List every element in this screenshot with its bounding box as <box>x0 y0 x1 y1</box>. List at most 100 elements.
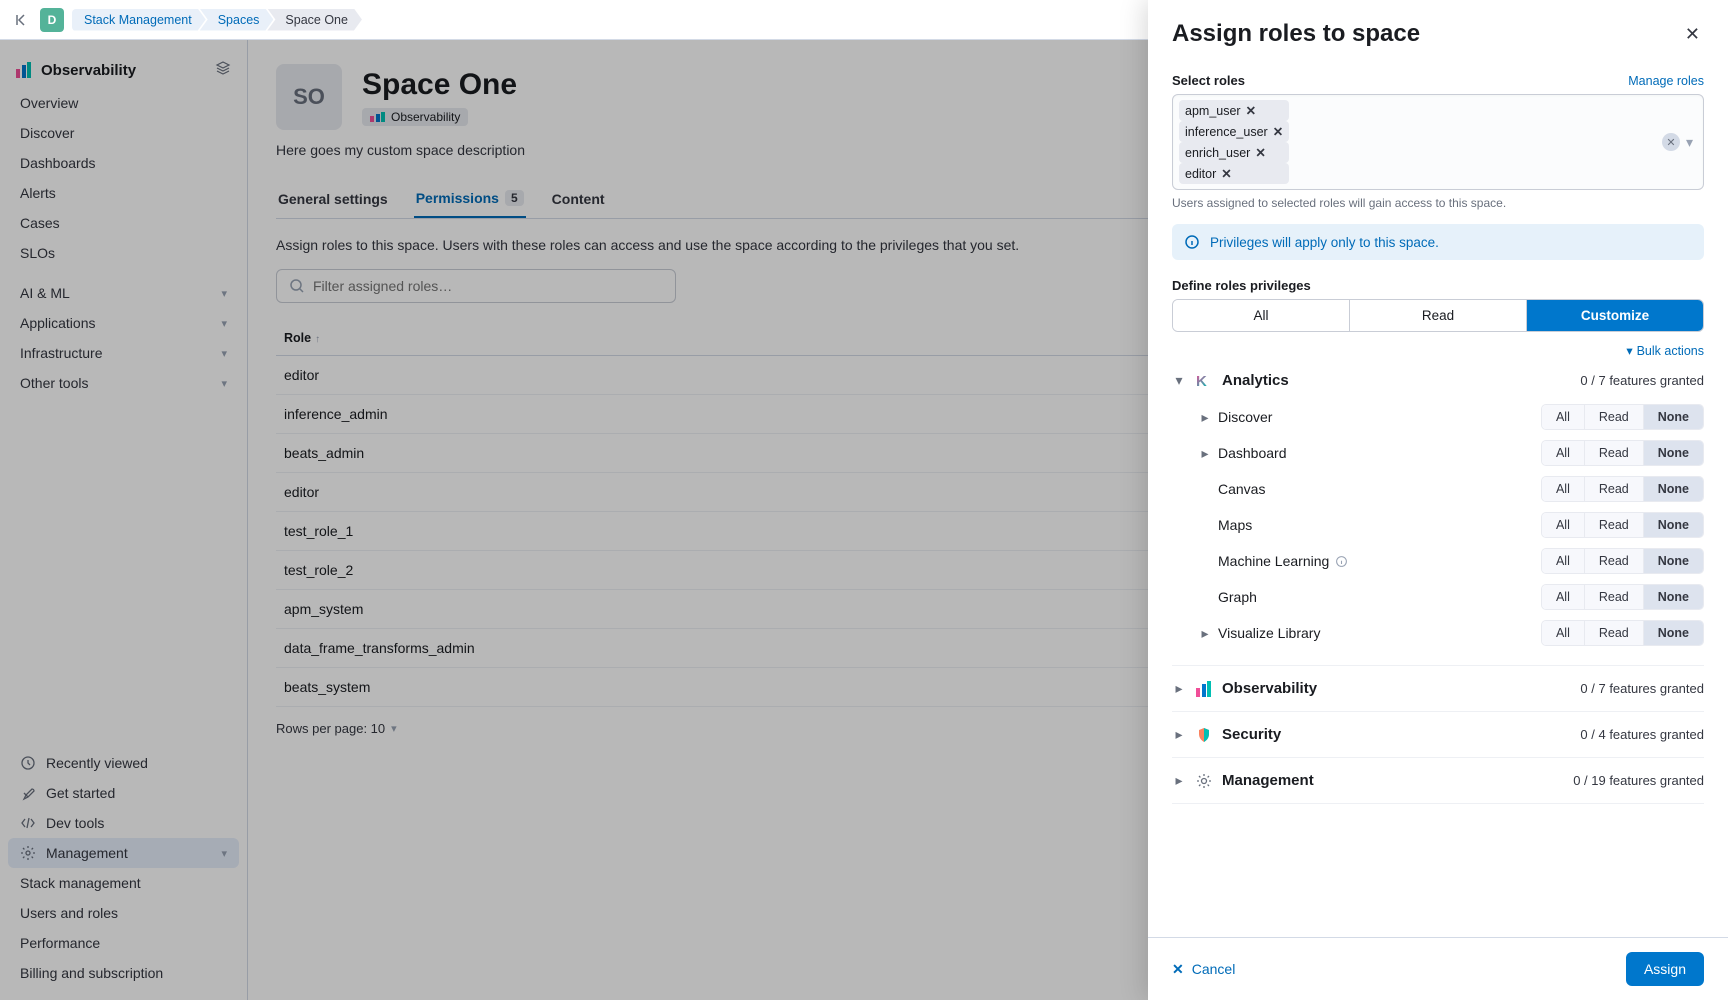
feature-privilege-tri: AllReadNone <box>1541 548 1704 574</box>
role-chip-editor: editor✕ <box>1179 163 1289 184</box>
feature-name: Visualize Library <box>1218 625 1535 641</box>
priv-none[interactable]: None <box>1643 585 1703 609</box>
chevron-down-icon[interactable]: ▾ <box>1686 134 1693 151</box>
priv-all[interactable]: All <box>1542 549 1584 573</box>
chevron-right-icon[interactable]: ▸ <box>1198 625 1212 642</box>
role-chip-inference_user: inference_user✕ <box>1179 121 1289 142</box>
priv-all[interactable]: All <box>1542 621 1584 645</box>
clear-all-icon[interactable]: ✕ <box>1662 133 1680 151</box>
feature-privilege-tri: AllReadNone <box>1541 512 1704 538</box>
priv-all[interactable]: All <box>1542 405 1584 429</box>
observability-icon <box>1196 681 1211 697</box>
category-name: Security <box>1222 726 1281 743</box>
feature-privilege-tri: AllReadNone <box>1541 404 1704 430</box>
seg-read[interactable]: Read <box>1349 300 1526 331</box>
seg-customize[interactable]: Customize <box>1526 300 1703 331</box>
deployment-avatar[interactable]: D <box>40 8 64 32</box>
priv-all[interactable]: All <box>1542 585 1584 609</box>
feature-row-maps: Maps AllReadNone <box>1172 507 1704 543</box>
feature-row-machine-learning: Machine Learning AllReadNone <box>1172 543 1704 579</box>
feature-row-dashboard: ▸ Dashboard AllReadNone <box>1172 435 1704 471</box>
priv-read[interactable]: Read <box>1584 441 1643 465</box>
category-count: 0 / 7 features granted <box>1580 681 1704 696</box>
feature-name: Machine Learning <box>1218 553 1535 569</box>
cancel-label: Cancel <box>1192 961 1236 977</box>
chevron-right-icon: ▸ <box>1172 726 1186 743</box>
priv-read[interactable]: Read <box>1584 477 1643 501</box>
priv-read[interactable]: Read <box>1584 621 1643 645</box>
feature-row-graph: Graph AllReadNone <box>1172 579 1704 615</box>
priv-none[interactable]: None <box>1643 441 1703 465</box>
feature-name: Maps <box>1218 517 1535 533</box>
manage-roles-link[interactable]: Manage roles <box>1628 74 1704 88</box>
breadcrumb-spaces[interactable]: Spaces <box>200 9 274 31</box>
flyout-title: Assign roles to space <box>1172 20 1420 48</box>
close-icon[interactable]: ✕ <box>1681 20 1704 49</box>
category-toggle[interactable]: ▸Management0 / 19 features granted <box>1172 772 1704 789</box>
priv-none[interactable]: None <box>1643 513 1703 537</box>
define-privileges-label: Define roles privileges <box>1172 278 1311 293</box>
chevron-right-icon: ▸ <box>1172 772 1186 789</box>
feature-privilege-tri: AllReadNone <box>1541 476 1704 502</box>
priv-none[interactable]: None <box>1643 477 1703 501</box>
callout-text: Privileges will apply only to this space… <box>1210 235 1439 250</box>
info-icon[interactable] <box>1335 555 1348 568</box>
priv-read[interactable]: Read <box>1584 549 1643 573</box>
category-toggle[interactable]: ▾ K Analytics 0 / 7 features granted <box>1172 372 1704 389</box>
category-count: 0 / 7 features granted <box>1580 373 1704 388</box>
remove-chip-icon[interactable]: ✕ <box>1221 166 1231 181</box>
select-roles-label: Select roles <box>1172 73 1245 88</box>
priv-all[interactable]: All <box>1542 477 1584 501</box>
priv-all[interactable]: All <box>1542 441 1584 465</box>
chevron-right-icon: ▸ <box>1172 680 1186 697</box>
feature-name: Graph <box>1218 589 1535 605</box>
feature-row-discover: ▸ Discover AllReadNone <box>1172 399 1704 435</box>
priv-none[interactable]: None <box>1643 549 1703 573</box>
remove-chip-icon[interactable]: ✕ <box>1255 145 1265 160</box>
feature-privilege-tri: AllReadNone <box>1541 584 1704 610</box>
bulk-actions-link[interactable]: ▾Bulk actions <box>1626 344 1704 358</box>
feature-name: Dashboard <box>1218 445 1535 461</box>
feature-privilege-tri: AllReadNone <box>1541 620 1704 646</box>
seg-all[interactable]: All <box>1173 300 1349 331</box>
breadcrumb-stack-mgmt[interactable]: Stack Management <box>72 9 206 31</box>
category-count: 0 / 4 features granted <box>1580 727 1704 742</box>
roles-multiselect[interactable]: apm_user✕inference_user✕enrich_user✕edit… <box>1172 94 1704 190</box>
priv-all[interactable]: All <box>1542 513 1584 537</box>
chevron-down-icon: ▾ <box>1172 372 1186 389</box>
info-icon <box>1184 234 1200 250</box>
category-name: Observability <box>1222 680 1317 697</box>
breadcrumb-current: Space One <box>267 9 362 31</box>
priv-read[interactable]: Read <box>1584 405 1643 429</box>
assign-button[interactable]: Assign <box>1626 952 1704 986</box>
assign-roles-flyout: Assign roles to space ✕ Select roles Man… <box>1148 0 1728 1000</box>
analytics-icon: K <box>1196 373 1207 389</box>
feature-privilege-tri: AllReadNone <box>1541 440 1704 466</box>
priv-none[interactable]: None <box>1643 405 1703 429</box>
category-observability: ▸ Observability 0 / 7 features granted <box>1172 666 1704 712</box>
category-security: ▸ Security 0 / 4 features granted <box>1172 712 1704 758</box>
gear-icon <box>1196 773 1212 789</box>
remove-chip-icon[interactable]: ✕ <box>1273 124 1283 139</box>
multiselect-helper: Users assigned to selected roles will ga… <box>1172 196 1704 210</box>
feature-name: Canvas <box>1218 481 1535 497</box>
role-chip-enrich_user: enrich_user✕ <box>1179 142 1289 163</box>
chevron-right-icon[interactable]: ▸ <box>1198 445 1212 462</box>
role-chip-apm_user: apm_user✕ <box>1179 100 1289 121</box>
priv-read[interactable]: Read <box>1584 585 1643 609</box>
remove-chip-icon[interactable]: ✕ <box>1246 103 1256 118</box>
category-count: 0 / 19 features granted <box>1573 773 1704 788</box>
priv-none[interactable]: None <box>1643 621 1703 645</box>
cancel-button[interactable]: ✕ Cancel <box>1172 961 1235 978</box>
chevron-right-icon[interactable]: ▸ <box>1198 409 1212 426</box>
feature-row-visualize-library: ▸ Visualize Library AllReadNone <box>1172 615 1704 651</box>
category-toggle[interactable]: ▸ Observability 0 / 7 features granted <box>1172 680 1704 697</box>
nav-collapse-icon[interactable] <box>12 10 32 30</box>
category-name: Analytics <box>1222 372 1289 389</box>
privileges-callout: Privileges will apply only to this space… <box>1172 224 1704 260</box>
priv-read[interactable]: Read <box>1584 513 1643 537</box>
privilege-mode-toggle: All Read Customize <box>1172 299 1704 332</box>
feature-name: Discover <box>1218 409 1535 425</box>
category-management: ▸Management0 / 19 features granted <box>1172 758 1704 804</box>
category-toggle[interactable]: ▸ Security 0 / 4 features granted <box>1172 726 1704 743</box>
